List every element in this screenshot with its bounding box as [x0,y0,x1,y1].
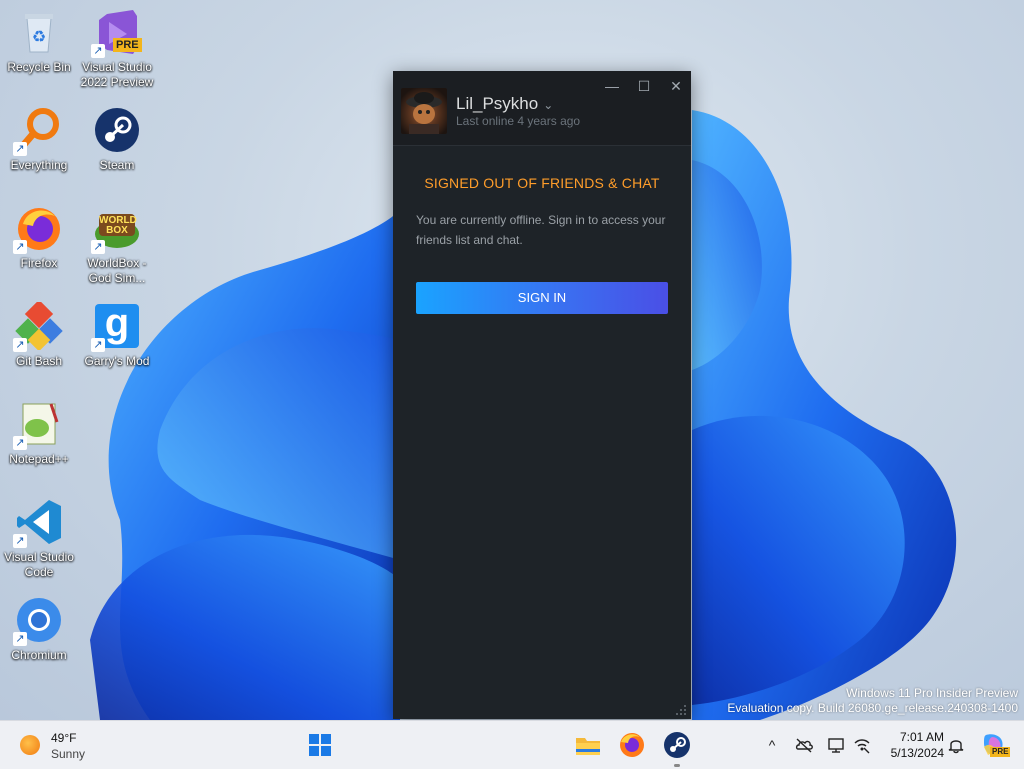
close-button[interactable]: ✕ [665,77,687,95]
firefox-icon: ↗ [13,204,63,254]
desktop-icon-label: Recycle Bin [7,60,71,74]
watermark-line-1: Windows 11 Pro Insider Preview [846,686,1018,700]
desktop-icon-label: Garry's Mod [84,354,150,368]
desktop-icon-firefox[interactable]: ↗ Firefox [0,204,78,271]
username: Lil_Psykho [456,94,539,113]
everything-search-icon: ↗ [13,106,63,156]
firefox-icon[interactable] [616,729,648,761]
desktop-icon-label: Notepad++ [9,452,69,466]
chromium-icon: ↗ [13,596,63,646]
desktop-icon-label: Git Bash [15,354,63,368]
desktop-icon-recycle-bin[interactable]: ♻ Recycle Bin [0,8,78,75]
worldbox-logo-text: WORLD BOX [99,215,137,236]
resize-grip-icon[interactable] [675,703,687,715]
vscode-icon: ↗ [13,498,63,548]
copilot-pre-badge: PRE [990,747,1011,757]
svg-text:♻: ♻ [32,29,46,46]
desktop-icon-label: Chromium [11,648,67,662]
desktop-icon-vscode[interactable]: ↗ Visual Studio Code [0,498,78,580]
sun-icon [20,735,40,755]
desktop-icon-garrys-mod[interactable]: g ↗ Garry's Mod [78,302,156,369]
desktop-icon-notepad-plus-plus[interactable]: ↗ Notepad++ [0,400,78,467]
desktop-icon-everything[interactable]: ↗ Everything [0,106,78,173]
windows-evaluation-watermark: Windows 11 Pro Insider Preview Evaluatio… [727,686,1018,716]
display-icon[interactable] [826,735,846,755]
notepad-plus-plus-icon: ↗ [13,400,63,450]
file-explorer-icon[interactable] [572,729,604,761]
desktop-icon-visual-studio[interactable]: PRE ↗ Visual Studio 2022 Preview [78,8,156,90]
steam-icon [93,106,141,154]
garrys-mod-icon: g ↗ [91,302,141,352]
shortcut-arrow-icon: ↗ [13,142,27,156]
sign-in-button[interactable]: SIGN IN [416,282,668,314]
worldbox-icon: WORLD BOX ↗ [91,204,141,254]
username-dropdown[interactable]: Lil_Psykho ⌄ [456,94,553,114]
shortcut-arrow-icon: ↗ [13,240,27,254]
shortcut-arrow-icon: ↗ [13,632,27,646]
steam-friends-header: Lil_Psykho ⌄ Last online 4 years ago — ☐ … [393,71,691,146]
recycle-bin-icon: ♻ [15,8,63,56]
desktop-icon-label: Visual Studio Code [4,550,74,579]
minimize-button[interactable]: — [601,77,623,95]
steam-friends-window: Lil_Psykho ⌄ Last online 4 years ago — ☐ … [393,71,691,719]
desktop-icon-steam[interactable]: Steam [78,106,156,173]
shortcut-arrow-icon: ↗ [13,338,27,352]
notification-bell-icon[interactable] [946,735,966,755]
shortcut-arrow-icon: ↗ [91,240,105,254]
weather-condition: Sunny [51,747,86,761]
git-bash-icon: ↗ [13,299,63,352]
desktop-icon-label: WorldBox - God Sim... [87,256,147,285]
offline-message: You are currently offline. Sign in to ac… [416,213,666,247]
system-clock[interactable]: 7:01 AM 5/13/2024 [876,729,944,761]
shortcut-arrow-icon: ↗ [13,534,27,548]
running-app-indicator [674,764,680,767]
network-icon[interactable] [852,735,872,755]
clock-time: 7:01 AM [899,730,944,744]
windows-start-icon[interactable] [304,729,336,761]
watermark-line-2: Evaluation copy. Build 26080.ge_release.… [727,701,1018,715]
steam-icon[interactable] [661,729,693,761]
shortcut-arrow-icon: ↗ [13,436,27,450]
copilot-icon[interactable]: PRE [978,729,1011,761]
desktop-icon-chromium[interactable]: ↗ Chromium [0,596,78,663]
desktop-icon-label: Everything [10,158,68,172]
onedrive-icon[interactable] [794,735,814,755]
visual-studio-icon: PRE ↗ [91,8,142,58]
desktop-icon-git-bash[interactable]: ↗ Git Bash [0,299,78,369]
clock-date: 5/13/2024 [890,746,944,760]
shortcut-arrow-icon: ↗ [91,338,105,352]
desktop-icon-label: Firefox [20,256,58,270]
avatar[interactable] [401,88,447,134]
maximize-button[interactable]: ☐ [633,77,655,95]
desktop-icon-label: Steam [99,158,135,172]
last-online-status: Last online 4 years ago [456,114,581,128]
shortcut-arrow-icon: ↗ [91,44,105,58]
taskbar: 49°F Sunny ^ 7:01 AM 5/13/2024 PRE [0,720,1024,769]
desktop-icon-label: Visual Studio 2022 Preview [80,60,154,89]
chevron-down-icon: ⌄ [543,98,554,112]
pre-badge: PRE [113,38,142,52]
weather-temperature: 49°F [51,731,77,745]
chevron-up-icon[interactable]: ^ [762,735,782,755]
desktop-icon-worldbox[interactable]: WORLD BOX ↗ WorldBox - God Sim... [78,204,156,286]
signed-out-heading: SIGNED OUT OF FRIENDS & CHAT [424,175,660,191]
